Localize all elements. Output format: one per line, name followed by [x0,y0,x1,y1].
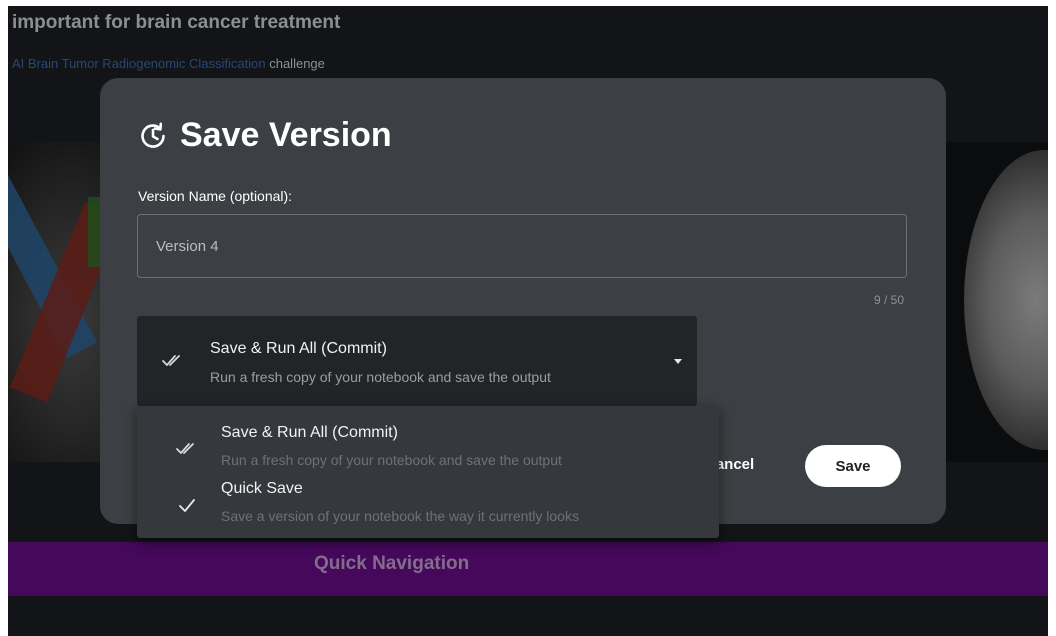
dialog-title: Save Version [138,116,392,155]
version-name-label: Version Name (optional): [138,188,293,204]
version-name-input[interactable] [137,214,907,278]
menu-item-save-run-all[interactable]: Save & Run All (Commit) Run a fresh copy… [137,418,719,476]
double-check-icon [162,355,180,366]
save-mode-select[interactable]: Save & Run All (Commit) Run a fresh copy… [137,316,697,406]
save-button[interactable]: Save [805,445,901,487]
check-icon [179,499,195,512]
history-icon [141,122,165,148]
menu-item-title: Save & Run All (Commit) [221,424,398,441]
save-mode-dropdown-menu: Save & Run All (Commit) Run a fresh copy… [137,406,719,538]
double-check-icon [176,443,194,454]
dialog-title-text: Save Version [180,116,392,154]
menu-item-quick-save[interactable]: Quick Save Save a version of your notebo… [137,474,719,532]
menu-item-description: Save a version of your notebook the way … [221,508,579,524]
chevron-down-icon [674,359,682,364]
character-count: 9 / 50 [873,293,904,307]
selected-option-title: Save & Run All (Commit) [210,340,387,357]
notebook-page: important for brain cancer treatment AI … [8,6,1048,636]
menu-item-description: Run a fresh copy of your notebook and sa… [221,452,562,468]
menu-item-title: Quick Save [221,480,303,497]
selected-option-description: Run a fresh copy of your notebook and sa… [210,369,551,385]
